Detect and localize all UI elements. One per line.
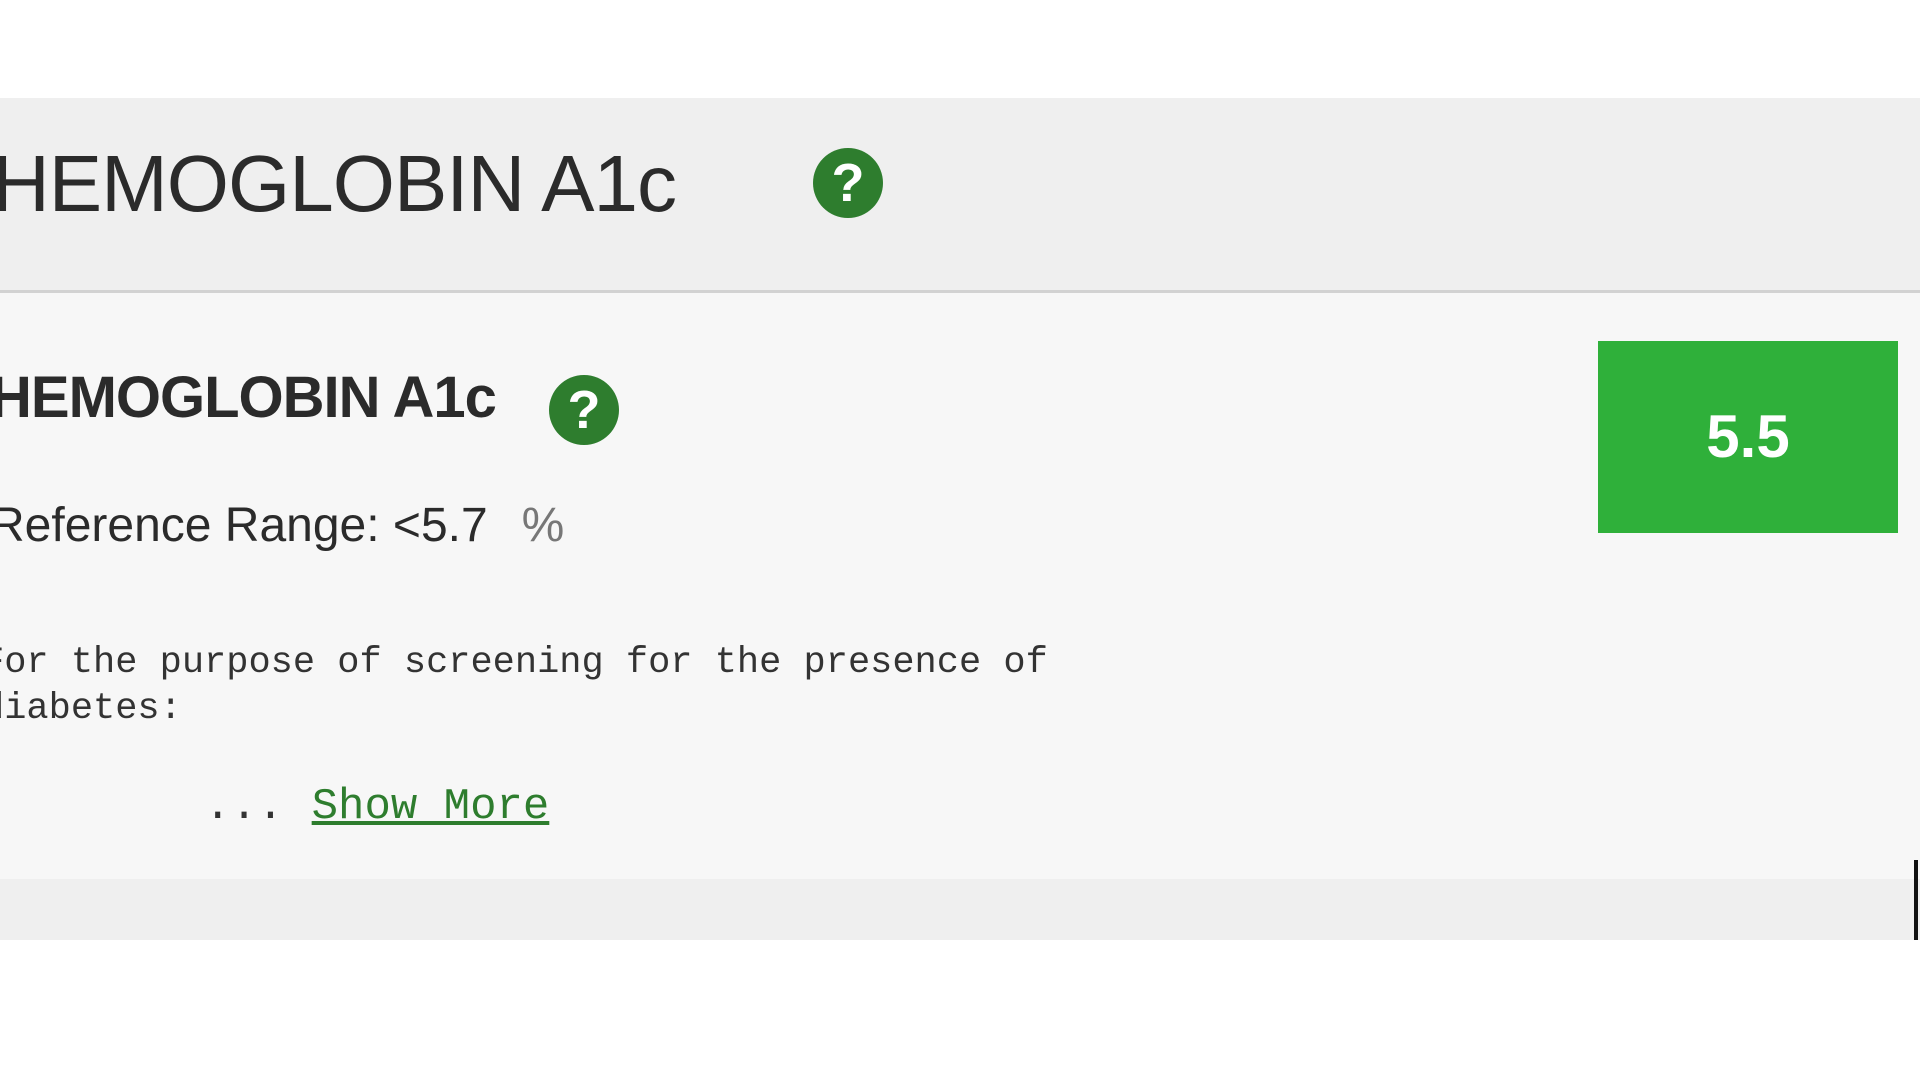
lab-result-card: HEMOGLOBIN A1c ? HEMOGLOBIN A1c ? Refere… [0,98,1920,940]
reference-range: Reference Range: <5.7% [0,496,564,556]
result-note: For the purpose of screening for the pre… [0,642,1048,730]
test-help-icon[interactable]: ? [549,375,619,445]
reference-range-unit: % [521,499,565,552]
note-ellipsis: ... [204,782,284,832]
help-icon[interactable]: ? [813,148,883,218]
stage: HEMOGLOBIN A1c ? HEMOGLOBIN A1c ? Refere… [0,0,1920,1080]
show-more-link[interactable]: Show More [312,782,550,832]
result-value-badge: 5.5 [1598,341,1898,533]
reference-range-label: Reference Range: <5.7 [0,499,488,552]
test-name: HEMOGLOBIN A1c [0,365,497,430]
window-edge [1914,860,1918,940]
page-title: HEMOGLOBIN A1c [0,139,677,228]
note-more-line: ... Show More [46,726,549,888]
card-header: HEMOGLOBIN A1c ? [0,98,1920,293]
